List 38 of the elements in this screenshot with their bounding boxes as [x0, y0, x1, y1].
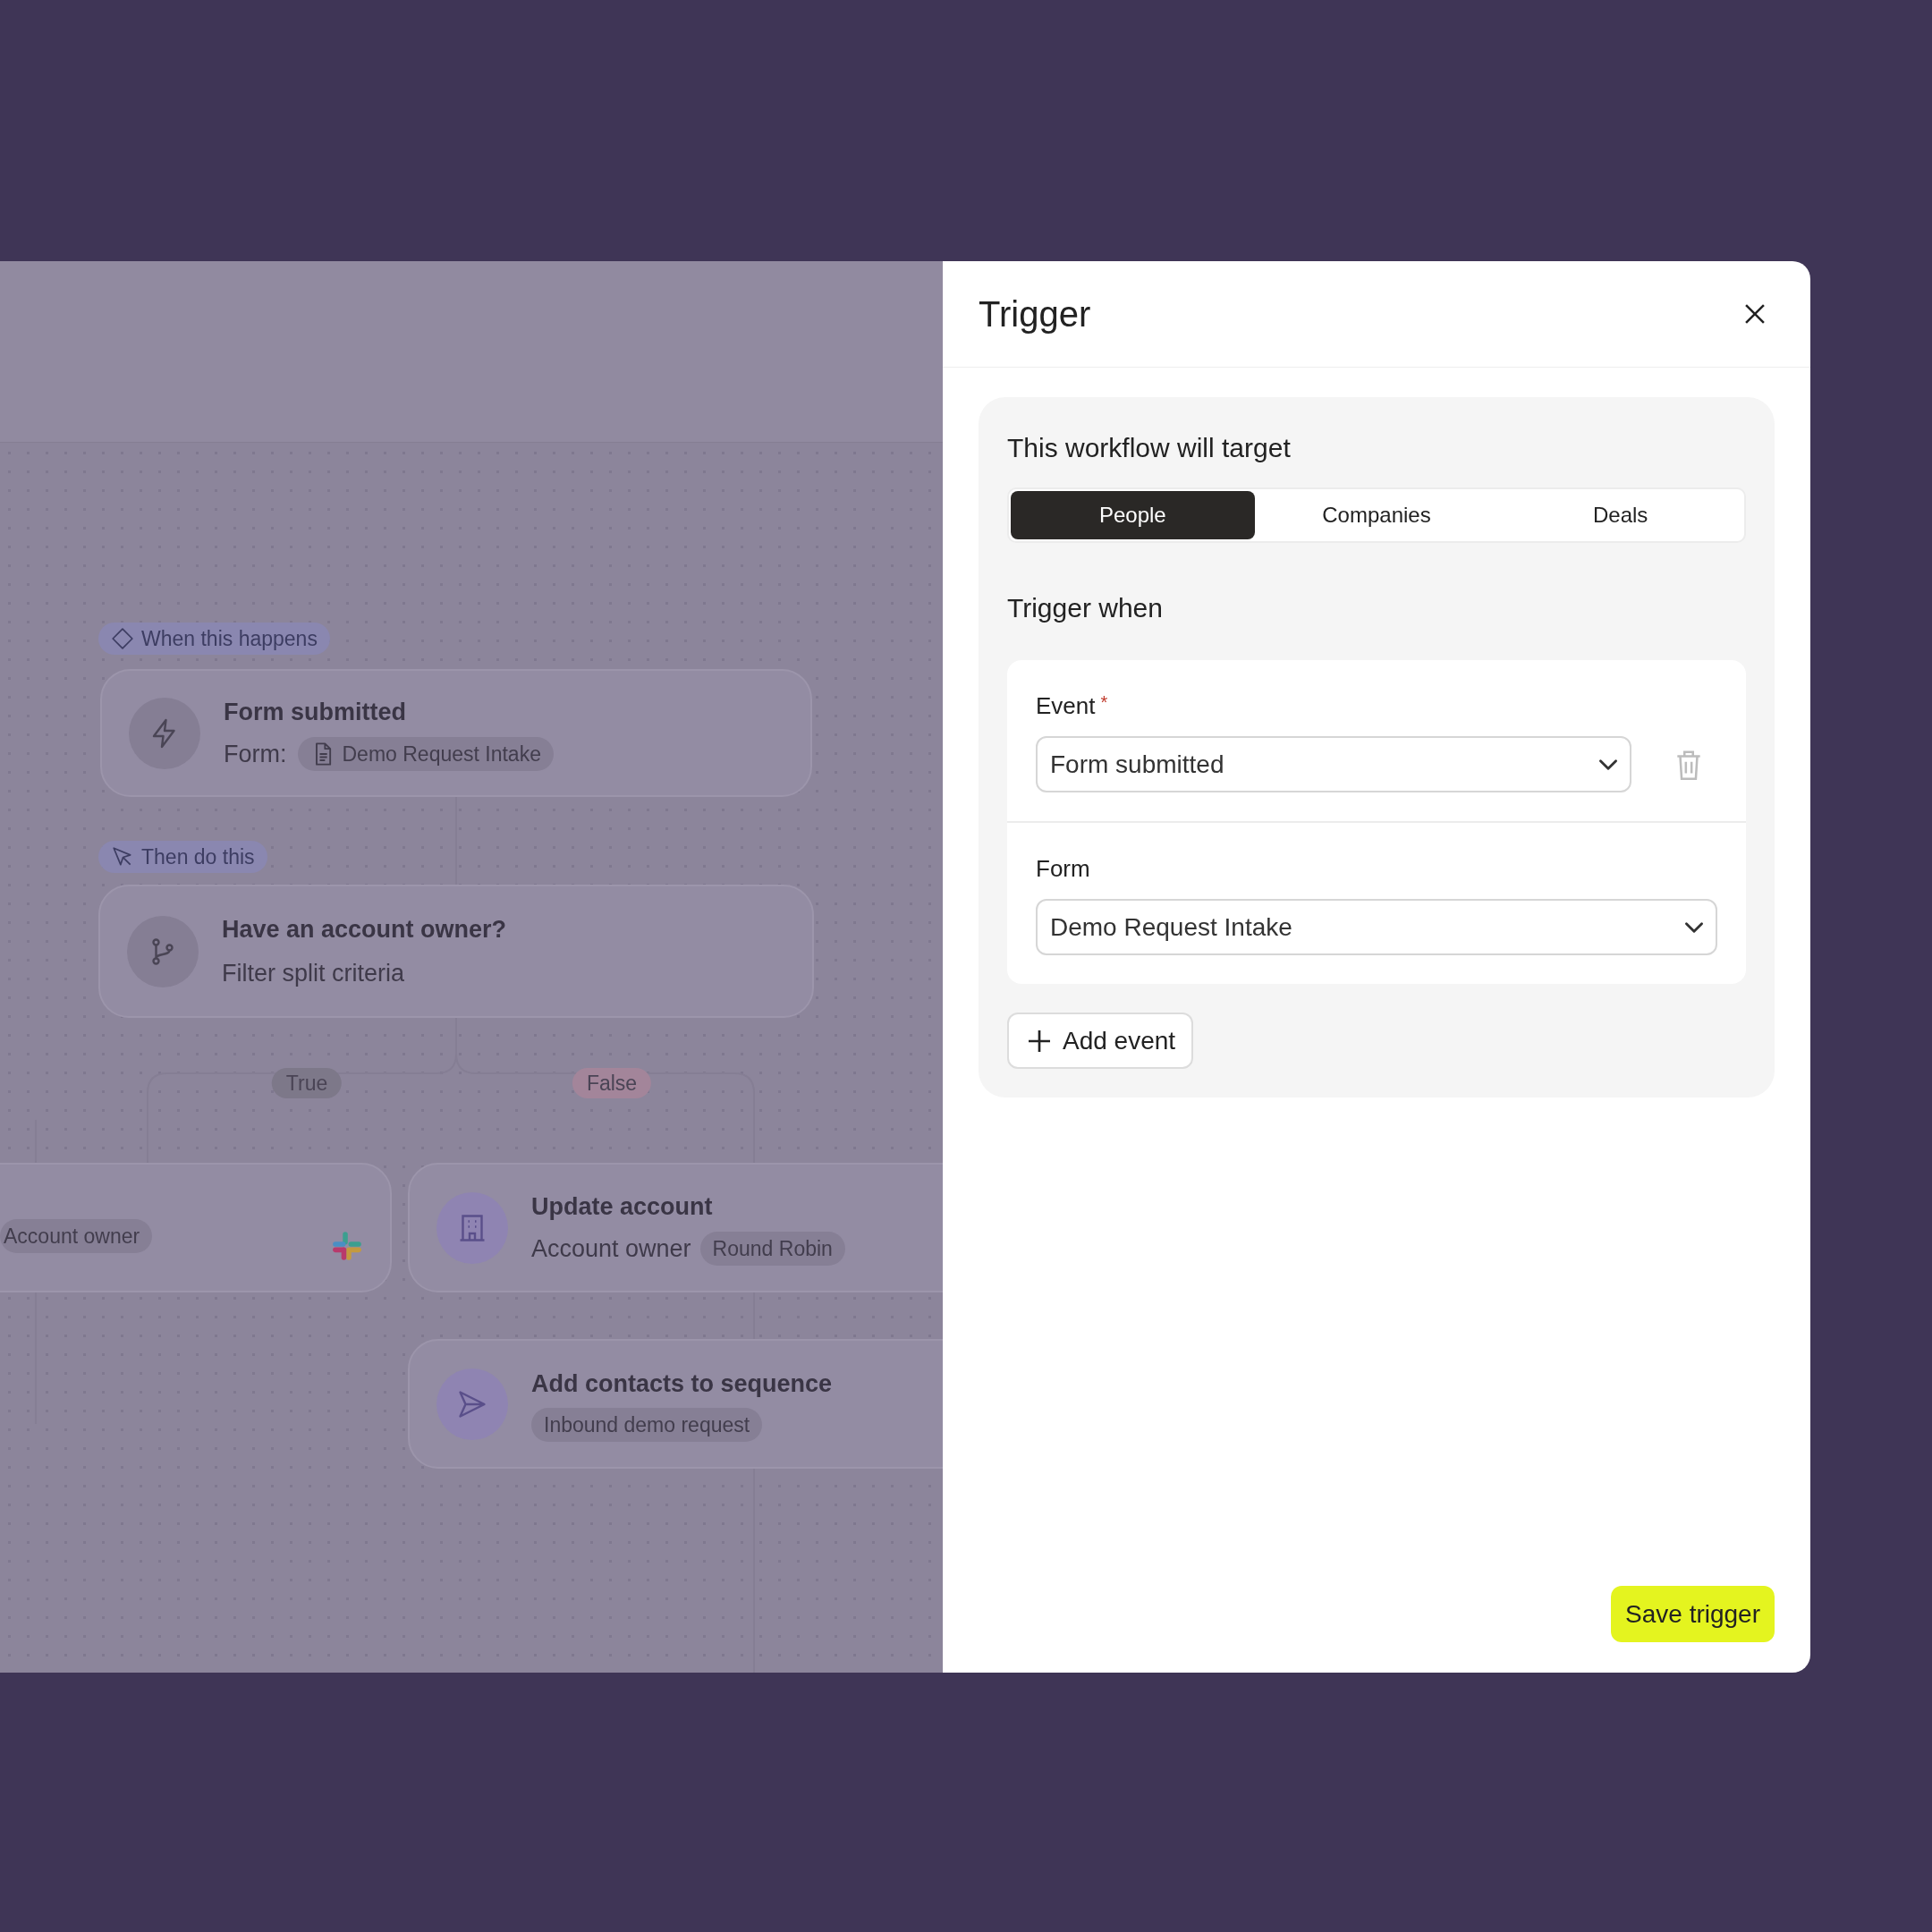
card-title: Update account [531, 1192, 714, 1222]
app-logo-icon [330, 1229, 364, 1263]
workflow-card[interactable]: Have an account owner? Filter split criteria [98, 885, 814, 1018]
panel-title: Trigger [979, 293, 1091, 335]
label-text: Then do this [141, 843, 255, 870]
chip-text: Round Robin [712, 1235, 833, 1262]
section-heading: This workflow will target [1007, 432, 1292, 464]
chevron-down-icon [1685, 921, 1703, 933]
chip-text: Account owner [4, 1223, 140, 1250]
field-label: Event [1036, 691, 1096, 721]
card-subtitle: Account owner [531, 1233, 691, 1264]
workflow-card[interactable]: Update account Account owner Round Robin [408, 1163, 943, 1292]
save-button[interactable]: Save trigger [1611, 1586, 1775, 1642]
select-field[interactable]: Form submitted [1036, 736, 1631, 792]
workflow-card[interactable]: Form submitted Form: Demo Request Intake [100, 669, 812, 797]
card-subtitle: Filter split criteria [222, 958, 406, 988]
chevron-down-icon [1599, 758, 1617, 770]
select-value: Form submitted [1050, 749, 1224, 780]
workflow-card[interactable]: Add contacts to sequence Inbound demo request [408, 1339, 943, 1469]
section-heading: Trigger when [1007, 592, 1164, 624]
target-tab[interactable]: Companies [1254, 491, 1499, 539]
card-title: Form submitted [224, 698, 407, 727]
select-field[interactable]: Demo Request Intake [1036, 899, 1717, 955]
add-event-button[interactable]: Add event [1007, 1013, 1194, 1069]
chip-text: Demo Request Intake [342, 741, 541, 767]
card-title: Add contacts to sequence [531, 1369, 833, 1400]
workflow-card[interactable] [0, 1163, 392, 1292]
branch-label: False [572, 1068, 652, 1098]
field-label: Form [1036, 854, 1090, 884]
select-value: Demo Request Intake [1050, 911, 1292, 943]
card-title: Have an account owner? [222, 915, 507, 945]
label-text: When this happens [141, 625, 318, 652]
target-tab[interactable]: Deals [1498, 491, 1742, 539]
chip-text: Inbound demo request [544, 1411, 750, 1438]
field-label: Form: [224, 739, 287, 769]
diamond-icon [111, 627, 134, 650]
target-tab[interactable]: People [1011, 491, 1255, 539]
required-mark: * [1100, 691, 1108, 714]
